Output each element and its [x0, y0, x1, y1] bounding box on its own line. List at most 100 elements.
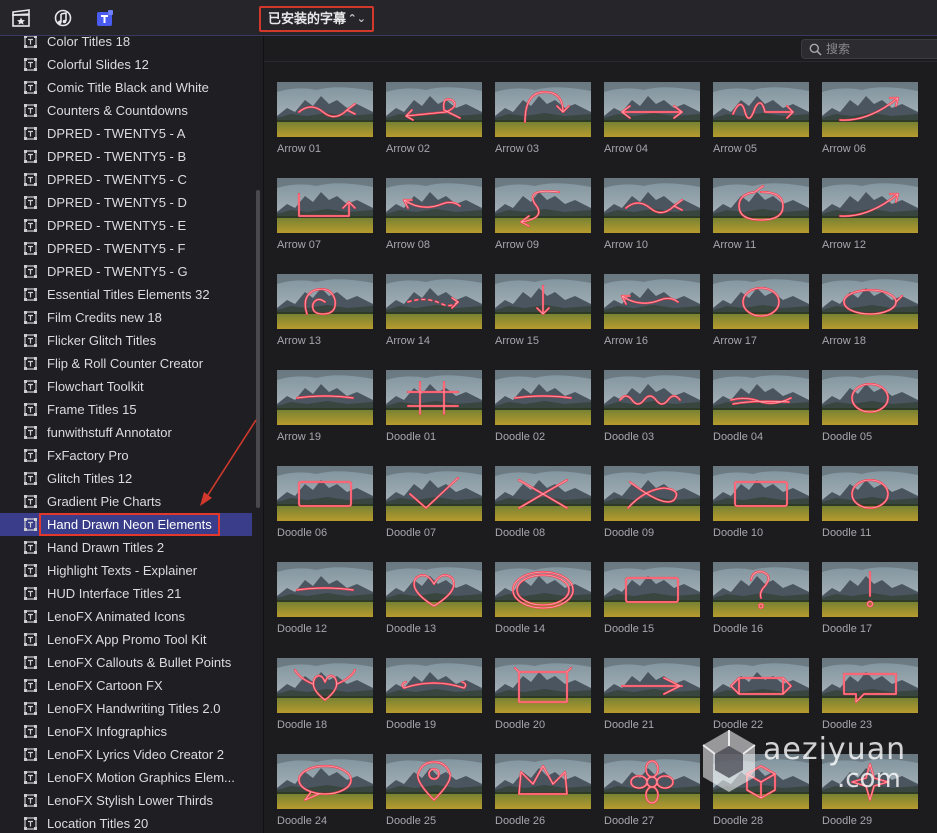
title-thumbnail-tile[interactable]: Doodle 24: [277, 754, 373, 833]
sidebar-item[interactable]: DPRED - TWENTY5 - A: [0, 122, 252, 145]
title-thumbnail-tile[interactable]: Doodle 06: [277, 466, 373, 546]
title-thumbnail-tile[interactable]: Arrow 12: [822, 178, 918, 258]
title-thumbnail-tile[interactable]: Doodle 08: [495, 466, 591, 546]
title-thumbnail-tile[interactable]: Arrow 04: [604, 82, 700, 162]
title-thumbnail-tile[interactable]: Doodle 25: [386, 754, 482, 833]
title-thumbnail-tile[interactable]: Arrow 06: [822, 82, 918, 162]
title-thumbnail-tile[interactable]: Arrow 18: [822, 274, 918, 354]
title-thumbnail-tile[interactable]: Arrow 17: [713, 274, 809, 354]
thumbnail-label: Doodle 19: [386, 719, 437, 731]
sidebar-item[interactable]: DPRED - TWENTY5 - E: [0, 214, 252, 237]
sidebar-item[interactable]: Location Titles 20: [0, 812, 252, 833]
sidebar-item[interactable]: DPRED - TWENTY5 - G: [0, 260, 252, 283]
title-thumbnail-tile[interactable]: Doodle 15: [604, 562, 700, 642]
title-thumbnail-tile[interactable]: Doodle 20: [495, 658, 591, 738]
sidebar-item[interactable]: DPRED - TWENTY5 - C: [0, 168, 252, 191]
sidebar-item[interactable]: Flip & Roll Counter Creator: [0, 352, 252, 375]
title-thumbnail-tile[interactable]: Arrow 11: [713, 178, 809, 258]
title-thumbnail-tile[interactable]: Doodle 07: [386, 466, 482, 546]
sidebar-item[interactable]: LenoFX Lyrics Video Creator 2: [0, 743, 252, 766]
title-thumbnail-tile[interactable]: Arrow 01: [277, 82, 373, 162]
sidebar-item[interactable]: DPRED - TWENTY5 - F: [0, 237, 252, 260]
sidebar-item[interactable]: funwithstuff Annotator: [0, 421, 252, 444]
title-thumbnail-tile[interactable]: Arrow 16: [604, 274, 700, 354]
sidebar-item[interactable]: Color Titles 18: [0, 36, 252, 53]
title-thumbnail-tile[interactable]: Doodle 12: [277, 562, 373, 642]
title-thumbnail-tile[interactable]: Arrow 19: [277, 370, 373, 450]
sidebar-item[interactable]: Glitch Titles 12: [0, 467, 252, 490]
thumbnail-label: Doodle 11: [822, 527, 872, 539]
sidebar-item-label: Flowchart Toolkit: [47, 379, 144, 394]
sidebar-item[interactable]: Flowchart Toolkit: [0, 375, 252, 398]
thumbnail-label: Doodle 01: [386, 431, 437, 443]
title-thumbnail-tile[interactable]: Doodle 18: [277, 658, 373, 738]
sidebar-item[interactable]: Colorful Slides 12: [0, 53, 252, 76]
title-thumbnail-tile[interactable]: Arrow 03: [495, 82, 591, 162]
title-thumbnail-tile[interactable]: Doodle 11: [822, 466, 918, 546]
title-thumbnail-tile[interactable]: Doodle 13: [386, 562, 482, 642]
search-input[interactable]: [826, 41, 936, 57]
title-thumbnail-tile[interactable]: Doodle 17: [822, 562, 918, 642]
title-thumbnail-tile[interactable]: Arrow 14: [386, 274, 482, 354]
sidebar-item[interactable]: Hand Drawn Titles 2: [0, 536, 252, 559]
title-thumbnail-tile[interactable]: Arrow 13: [277, 274, 373, 354]
sidebar-item[interactable]: DPRED - TWENTY5 - D: [0, 191, 252, 214]
library-dropdown[interactable]: 已安装的字幕 ⌃⌄: [259, 6, 375, 32]
sidebar-item[interactable]: Essential Titles Elements 32: [0, 283, 252, 306]
title-thumbnail-tile[interactable]: Doodle 10: [713, 466, 809, 546]
title-thumbnail-tile[interactable]: Arrow 02: [386, 82, 482, 162]
sidebar-item[interactable]: Gradient Pie Charts: [0, 490, 252, 513]
title-thumbnail-tile[interactable]: Doodle 26: [495, 754, 591, 833]
sidebar-scrollbar[interactable]: [256, 190, 260, 508]
sidebar-item[interactable]: DPRED - TWENTY5 - B: [0, 145, 252, 168]
titles-T-icon[interactable]: [95, 8, 115, 28]
sidebar-item[interactable]: Counters & Countdowns: [0, 99, 252, 122]
title-thumbnail-tile[interactable]: Arrow 09: [495, 178, 591, 258]
clapper-star-icon[interactable]: [11, 8, 31, 28]
sidebar-item[interactable]: Hand Drawn Neon Elements: [0, 513, 252, 536]
title-thumbnail-tile[interactable]: Arrow 10: [604, 178, 700, 258]
sidebar-item[interactable]: LenoFX Animated Icons: [0, 605, 252, 628]
search-bar: [264, 36, 937, 62]
title-thumbnail-tile[interactable]: Doodle 02: [495, 370, 591, 450]
sidebar-item[interactable]: LenoFX App Promo Tool Kit: [0, 628, 252, 651]
title-thumbnail-tile[interactable]: Doodle 03: [604, 370, 700, 450]
thumbnail-image: [495, 466, 591, 521]
search-field[interactable]: [801, 39, 937, 59]
thumbnail-label: Doodle 28: [713, 815, 764, 827]
thumbnail-label: Arrow 02: [386, 143, 431, 155]
title-thumbnail-tile[interactable]: Doodle 21: [604, 658, 700, 738]
thumbnail-image: [604, 658, 700, 713]
title-thumbnail-tile[interactable]: Arrow 15: [495, 274, 591, 354]
sidebar-item[interactable]: Flicker Glitch Titles: [0, 329, 252, 352]
title-thumbnail-tile[interactable]: Doodle 09: [604, 466, 700, 546]
thumbnail-image: [604, 370, 700, 425]
title-thumbnail-tile[interactable]: Arrow 07: [277, 178, 373, 258]
watermark-logo-icon: [702, 730, 756, 792]
sidebar-item[interactable]: FxFactory Pro: [0, 444, 252, 467]
sidebar-item[interactable]: LenoFX Callouts & Bullet Points: [0, 651, 252, 674]
sidebar-item[interactable]: LenoFX Stylish Lower Thirds: [0, 789, 252, 812]
title-thumbnail-tile[interactable]: Doodle 27: [604, 754, 700, 833]
sidebar-item[interactable]: LenoFX Infographics: [0, 720, 252, 743]
sidebar-item[interactable]: Frame Titles 15: [0, 398, 252, 421]
sidebar-item[interactable]: Comic Title Black and White: [0, 76, 252, 99]
title-thumbnail-tile[interactable]: Arrow 08: [386, 178, 482, 258]
thumbnail-image: [604, 178, 700, 233]
music-note-icon[interactable]: [53, 8, 73, 28]
sidebar-item[interactable]: LenoFX Cartoon FX: [0, 674, 252, 697]
sidebar-item[interactable]: Film Credits new 18: [0, 306, 252, 329]
sidebar-item[interactable]: Highlight Texts - Explainer: [0, 559, 252, 582]
thumbnail-label: Arrow 11: [713, 239, 757, 251]
sidebar-item[interactable]: LenoFX Handwriting Titles 2.0: [0, 697, 252, 720]
title-thumbnail-tile[interactable]: Arrow 05: [713, 82, 809, 162]
sidebar-item-label: Flip & Roll Counter Creator: [47, 356, 204, 371]
title-thumbnail-tile[interactable]: Doodle 05: [822, 370, 918, 450]
title-thumbnail-tile[interactable]: Doodle 01: [386, 370, 482, 450]
title-thumbnail-tile[interactable]: Doodle 19: [386, 658, 482, 738]
sidebar-item[interactable]: HUD Interface Titles 21: [0, 582, 252, 605]
sidebar-item[interactable]: LenoFX Motion Graphics Elem...: [0, 766, 252, 789]
title-thumbnail-tile[interactable]: Doodle 16: [713, 562, 809, 642]
title-thumbnail-tile[interactable]: Doodle 14: [495, 562, 591, 642]
title-thumbnail-tile[interactable]: Doodle 04: [713, 370, 809, 450]
